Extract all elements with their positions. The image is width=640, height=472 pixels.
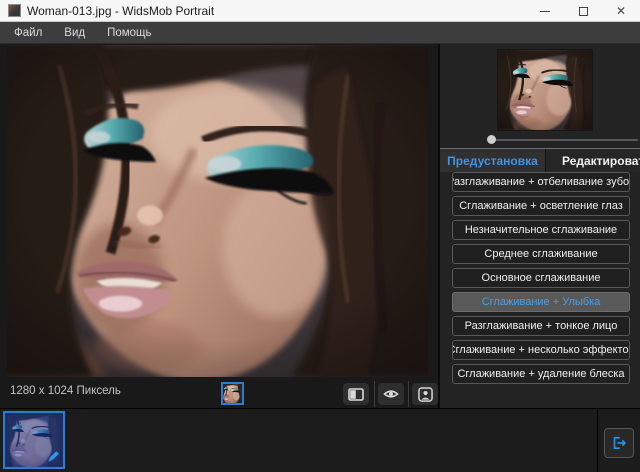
- navigator-thumbnail: [498, 50, 592, 130]
- preset-smoothing-thin-face[interactable]: Разглаживание + тонкое лицо: [452, 316, 630, 336]
- zoom-slider-track[interactable]: [488, 139, 638, 141]
- minimize-icon: [540, 11, 550, 12]
- export-button[interactable]: [604, 428, 634, 458]
- filmstrip-divider: [597, 409, 598, 472]
- maximize-icon: [579, 7, 588, 16]
- toolbar-divider: [408, 381, 409, 407]
- side-panel: Предустановка Редактировать Разглаживани…: [438, 44, 640, 408]
- maximize-button[interactable]: [564, 0, 602, 22]
- portrait-mini-image: [223, 384, 242, 403]
- toolbar-divider: [374, 381, 375, 407]
- app-icon: [8, 4, 21, 17]
- portrait-detect-button[interactable]: [412, 383, 438, 405]
- edit-pencil-icon: [45, 449, 61, 465]
- zoom-slider[interactable]: [440, 134, 640, 146]
- app-window: Woman-013.jpg - WidsMob Portrait ✕ Файл …: [0, 0, 640, 472]
- menu-help[interactable]: Помощь: [96, 22, 162, 44]
- close-button[interactable]: ✕: [602, 0, 640, 22]
- photo-area: 1280 x 1024 Пиксель: [0, 44, 438, 408]
- active-photo-badge[interactable]: [221, 382, 244, 405]
- preset-smoothing-multiple-effects[interactable]: Сглаживание + несколько эффектов: [452, 340, 630, 360]
- preset-slight-smoothing[interactable]: Незначительное сглаживание: [452, 220, 630, 240]
- titlebar: Woman-013.jpg - WidsMob Portrait ✕: [0, 0, 640, 22]
- image-size-label: 1280 x 1024 Пиксель: [10, 385, 121, 397]
- menu-file[interactable]: Файл: [0, 22, 53, 44]
- split-view-icon: [348, 388, 364, 401]
- preset-smoothing-smile[interactable]: Сглаживание + Улыбка: [452, 292, 630, 312]
- export-icon: [610, 434, 628, 452]
- menu-view[interactable]: Вид: [53, 22, 96, 44]
- preset-basic-smoothing[interactable]: Основное сглаживание: [452, 268, 630, 288]
- preset-smoothing-deglare[interactable]: Сглаживание + удаление блеска: [452, 364, 630, 384]
- menubar: Файл Вид Помощь: [0, 22, 640, 44]
- minimize-button[interactable]: [526, 0, 564, 22]
- filmstrip: [0, 408, 640, 472]
- show-original-button[interactable]: [378, 383, 404, 405]
- zoom-slider-handle[interactable]: [487, 135, 496, 144]
- status-bar: 1280 x 1024 Пиксель: [0, 377, 438, 408]
- tab-presets[interactable]: Предустановка: [440, 149, 546, 172]
- portrait-thumb-image: [498, 50, 592, 130]
- filmstrip-thumbnail-selected[interactable]: [3, 411, 65, 469]
- eye-icon: [383, 388, 399, 400]
- preset-smoothing-eye-brightening[interactable]: Сглаживание + осветление глаз: [452, 196, 630, 216]
- preset-smoothing-teeth-whitening[interactable]: Разглаживание + отбеливание зубов: [452, 172, 630, 192]
- close-icon: ✕: [616, 5, 626, 17]
- tab-edit[interactable]: Редактировать: [546, 149, 640, 172]
- portrait-mode-icon: [418, 387, 433, 402]
- window-title: Woman-013.jpg - WidsMob Portrait: [27, 4, 214, 18]
- preset-list: Разглаживание + отбеливание зубов Сглажи…: [452, 172, 630, 388]
- photo-canvas[interactable]: [7, 45, 428, 377]
- panel-tabs: Предустановка Редактировать: [440, 148, 640, 171]
- split-view-button[interactable]: [343, 383, 369, 405]
- preset-medium-smoothing[interactable]: Среднее сглаживание: [452, 244, 630, 264]
- portrait-image: [7, 45, 428, 377]
